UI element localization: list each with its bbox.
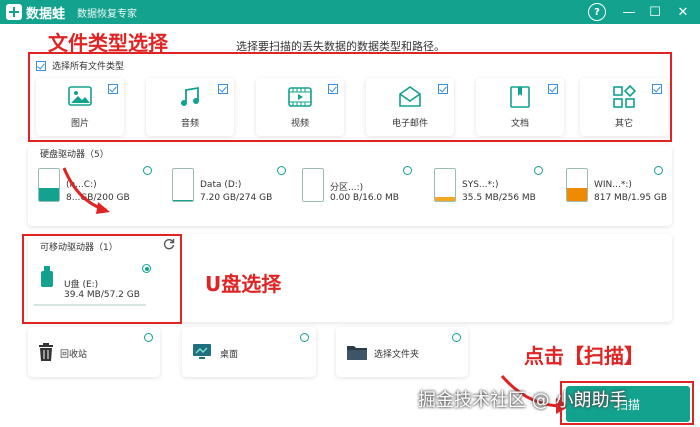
app-logo: 数据蛙 xyxy=(6,3,65,22)
image-icon xyxy=(68,86,92,106)
drive-win-size: 817 MB/1.95 GB xyxy=(594,193,668,203)
file-type-other[interactable]: 其它 xyxy=(580,78,668,136)
select-folder-label: 选择文件夹 xyxy=(374,350,420,360)
document-label: 文档 xyxy=(510,119,529,129)
minimize-button[interactable]: — xyxy=(620,3,638,21)
select-all-types[interactable]: 选择所有文件类型 xyxy=(36,59,124,72)
drive-c-radio[interactable] xyxy=(143,166,152,175)
document-icon xyxy=(510,86,530,108)
help-button[interactable]: ? xyxy=(588,3,606,21)
drive-icon xyxy=(566,168,588,202)
email-label: 电子邮件 xyxy=(391,119,428,129)
location-desktop[interactable]: 桌面 xyxy=(182,327,316,377)
file-type-highlight xyxy=(28,52,672,142)
drive-partition-size: 0.00 B/16.0 MB xyxy=(330,193,399,203)
usb-drive-icon xyxy=(41,266,53,287)
maximize-button[interactable]: ☐ xyxy=(646,3,664,21)
drive-win-radio[interactable] xyxy=(654,166,663,175)
annotation-scan: 点击【扫描】 xyxy=(524,344,644,368)
usb-drive-size: 39.4 MB/57.2 GB xyxy=(64,290,140,300)
recycle-bin-label: 回收站 xyxy=(60,350,88,360)
app-brand: 数据蛙 xyxy=(26,6,66,22)
annotation-usb: U盘选择 xyxy=(205,272,282,296)
location-select-folder[interactable]: 选择文件夹 xyxy=(336,327,468,377)
drive-icon xyxy=(172,168,194,202)
drive-d-name: Data (D:) xyxy=(200,180,242,190)
drive-d[interactable]: Data (D:) 7.20 GB/274 GB xyxy=(172,166,292,208)
app-subtitle: 数据恢复专家 xyxy=(77,8,138,20)
drive-icon xyxy=(38,168,60,202)
refresh-icon[interactable] xyxy=(162,237,176,251)
video-icon xyxy=(288,87,312,107)
drive-sys-size: 35.5 MB/256 MB xyxy=(462,193,536,203)
usb-usage-bar xyxy=(34,304,146,306)
select-all-checkbox[interactable] xyxy=(36,60,46,71)
drive-d-size: 7.20 GB/274 GB xyxy=(200,193,273,203)
select-all-label: 选择所有文件类型 xyxy=(52,62,125,72)
hard-drive-title: 硬盘驱动器（5） xyxy=(40,150,109,160)
audio-label: 音频 xyxy=(180,119,199,129)
drive-partition-radio[interactable] xyxy=(403,166,412,175)
other-checkbox[interactable] xyxy=(652,84,662,94)
desktop-label: 桌面 xyxy=(220,350,239,360)
file-type-document[interactable]: 文档 xyxy=(476,78,564,136)
desktop-radio[interactable] xyxy=(300,333,309,342)
music-icon xyxy=(181,86,199,106)
location-recycle-bin[interactable]: 回收站 xyxy=(28,327,160,377)
file-type-video[interactable]: 视频 xyxy=(256,78,344,136)
file-type-email[interactable]: 电子邮件 xyxy=(366,78,454,136)
close-button[interactable]: ✕ xyxy=(674,3,692,21)
select-folder-radio[interactable] xyxy=(452,333,461,342)
usb-drive[interactable]: U盘 (E:) 39.4 MB/57.2 GB xyxy=(34,264,148,308)
drive-icon xyxy=(302,168,324,202)
other-icon xyxy=(613,84,637,108)
title-bar: 数据蛙 数据恢复专家 ? — ☐ ✕ xyxy=(0,0,700,24)
usb-drive-name: U盘 (E:) xyxy=(64,280,99,290)
email-checkbox[interactable] xyxy=(438,84,448,94)
video-label: 视频 xyxy=(290,119,309,129)
file-type-image[interactable]: 图片 xyxy=(36,78,124,136)
drive-icon xyxy=(434,168,456,202)
video-checkbox[interactable] xyxy=(328,84,338,94)
removable-title: 可移动驱动器（1） xyxy=(40,243,118,253)
desktop-icon xyxy=(193,344,211,359)
image-label: 图片 xyxy=(70,119,89,129)
annotation-arrow xyxy=(62,167,110,214)
file-type-audio[interactable]: 音频 xyxy=(146,78,234,136)
email-icon xyxy=(399,86,421,107)
drive-d-radio[interactable] xyxy=(277,166,286,175)
folder-icon xyxy=(347,346,367,360)
document-checkbox[interactable] xyxy=(548,84,558,94)
drive-win[interactable]: WIN...*:) 817 MB/1.95 GB xyxy=(566,166,686,208)
recycle-bin-icon xyxy=(39,343,53,361)
image-checkbox[interactable] xyxy=(108,84,118,94)
watermark-text: 掘金技术社区 @ 小朗助手 xyxy=(418,390,628,411)
drive-sys-radio[interactable] xyxy=(534,166,543,175)
drive-partition-name: 分区...:) xyxy=(330,183,364,193)
drive-win-name: WIN...*:) xyxy=(594,180,632,190)
audio-checkbox[interactable] xyxy=(218,84,228,94)
logo-icon xyxy=(6,4,22,20)
recycle-bin-radio[interactable] xyxy=(144,333,153,342)
drive-sys-name: SYS...*:) xyxy=(462,180,499,190)
other-label: 其它 xyxy=(614,119,633,129)
